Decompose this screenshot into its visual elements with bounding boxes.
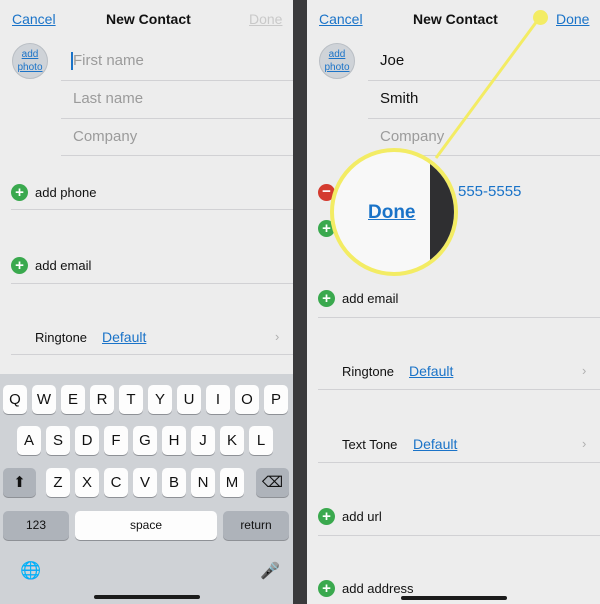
magnifier-dark-edge bbox=[430, 152, 454, 272]
callout-line bbox=[434, 16, 542, 159]
magnifier-callout: Done bbox=[330, 148, 458, 276]
magnified-done-label: Done bbox=[368, 202, 416, 223]
callout-dot bbox=[533, 10, 548, 25]
